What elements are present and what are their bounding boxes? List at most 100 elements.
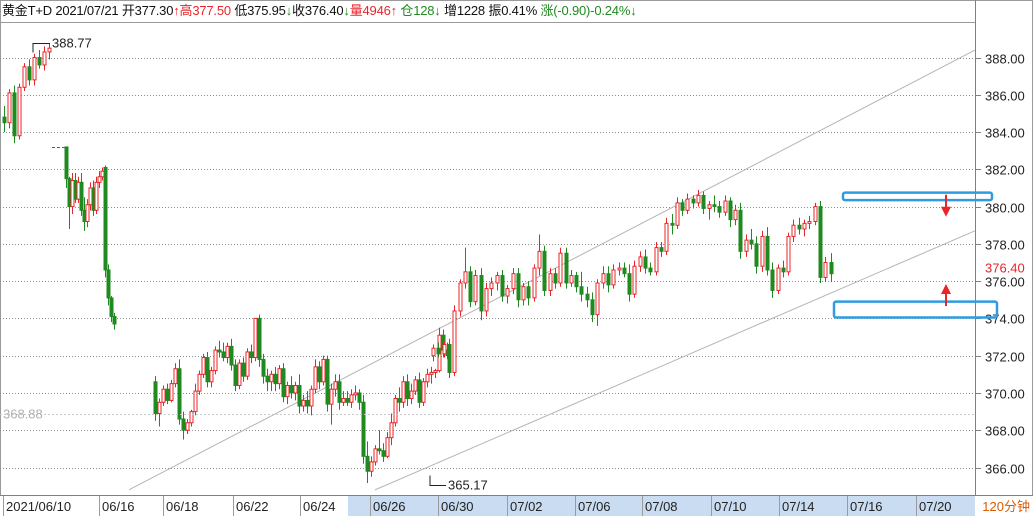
candle-48[interactable] — [233, 359, 238, 392]
candle-81[interactable] — [365, 441, 370, 483]
candle-45[interactable] — [221, 342, 226, 362]
candle-36[interactable] — [185, 419, 190, 434]
candle-107[interactable] — [458, 279, 463, 317]
candle-83[interactable] — [373, 445, 378, 466]
candle-6[interactable] — [27, 59, 32, 86]
candle-166[interactable] — [770, 262, 775, 298]
candle-106[interactable] — [452, 305, 457, 377]
candle-4[interactable] — [17, 83, 22, 140]
candle-155[interactable] — [712, 195, 717, 213]
candle-66[interactable] — [305, 391, 310, 414]
candle-65[interactable] — [301, 394, 306, 412]
candle-56[interactable] — [265, 368, 270, 392]
candle-130[interactable] — [579, 271, 584, 302]
candle-31[interactable] — [165, 383, 170, 405]
candle-10[interactable] — [47, 43, 52, 60]
candle-38[interactable] — [193, 383, 198, 416]
candle-161[interactable] — [744, 234, 749, 257]
candlestick-chart[interactable]: 366.00 368.00 370.00 372.00 374.00 376.00 378.… — [0, 0, 1033, 517]
candle-92[interactable] — [409, 383, 414, 405]
candle-133[interactable] — [595, 279, 600, 326]
candle-102[interactable] — [431, 344, 436, 362]
candle-35[interactable] — [181, 411, 186, 440]
candle-121[interactable] — [532, 264, 537, 302]
candle-78[interactable] — [353, 385, 358, 401]
candle-143[interactable] — [648, 262, 653, 276]
candle-86[interactable] — [385, 432, 390, 459]
candle-152[interactable] — [696, 189, 701, 207]
candle-69[interactable] — [317, 361, 322, 390]
candle-2[interactable] — [7, 89, 12, 129]
candle-97[interactable] — [429, 366, 434, 384]
candle-141[interactable] — [638, 251, 643, 272]
candle-46[interactable] — [225, 342, 230, 364]
candle-7[interactable] — [32, 53, 37, 86]
candle-95[interactable] — [421, 378, 426, 406]
candle-156[interactable] — [717, 201, 722, 218]
candle-139[interactable] — [627, 264, 632, 302]
candle-37[interactable] — [189, 409, 194, 427]
candle-118[interactable] — [516, 268, 521, 308]
candle-154[interactable] — [707, 201, 712, 220]
candle-91[interactable] — [405, 374, 410, 406]
candle-52[interactable] — [249, 344, 254, 364]
candle-33[interactable] — [173, 363, 178, 388]
candle-85[interactable] — [381, 443, 386, 462]
candle-59[interactable] — [277, 365, 282, 390]
candle-96[interactable] — [425, 368, 430, 388]
candle-67[interactable] — [309, 385, 314, 416]
candle-123[interactable] — [542, 245, 547, 297]
candle-111[interactable] — [479, 268, 484, 321]
candle-164[interactable] — [760, 230, 765, 272]
candle-105[interactable] — [447, 338, 452, 379]
candle-147[interactable] — [670, 214, 675, 235]
candle-110[interactable] — [473, 269, 478, 306]
candle-171[interactable] — [797, 217, 802, 235]
candle-153[interactable] — [701, 191, 706, 215]
candle-134[interactable] — [601, 266, 606, 289]
candle-113[interactable] — [489, 277, 494, 297]
candle-51[interactable] — [245, 348, 250, 380]
candle-88[interactable] — [393, 394, 398, 427]
candle-68[interactable] — [313, 359, 318, 393]
candle-16[interactable] — [79, 173, 84, 216]
candle-175[interactable] — [818, 201, 823, 283]
candle-41[interactable] — [205, 351, 210, 388]
candle-124[interactable] — [548, 268, 553, 297]
candle-62[interactable] — [289, 376, 294, 399]
candle-47[interactable] — [229, 338, 234, 371]
candle-126[interactable] — [558, 247, 563, 287]
candle-146[interactable] — [664, 217, 669, 256]
candle-61[interactable] — [285, 381, 290, 405]
candle-50[interactable] — [241, 357, 246, 382]
candle-129[interactable] — [574, 271, 579, 293]
candle-116[interactable] — [505, 284, 510, 304]
candle-32[interactable] — [169, 379, 174, 403]
candle-112[interactable] — [484, 283, 489, 317]
candle-108[interactable] — [463, 247, 468, 289]
candle-127[interactable] — [564, 247, 569, 289]
candle-42[interactable] — [209, 366, 214, 388]
candle-157[interactable] — [723, 195, 728, 216]
candle-176[interactable] — [823, 256, 828, 283]
candle-30[interactable] — [161, 385, 166, 407]
candle-82[interactable] — [369, 456, 374, 477]
candle-63[interactable] — [293, 381, 298, 401]
candle-120[interactable] — [526, 281, 531, 306]
candle-93[interactable] — [413, 376, 418, 395]
candle-54[interactable] — [257, 314, 262, 367]
candle-39[interactable] — [197, 370, 202, 395]
candle-98[interactable] — [433, 368, 438, 379]
candle-24[interactable] — [103, 165, 108, 278]
candle-80[interactable] — [361, 394, 366, 464]
candle-70[interactable] — [321, 355, 326, 386]
candle-163[interactable] — [754, 236, 759, 274]
candle-72[interactable] — [329, 383, 334, 425]
candle-142[interactable] — [643, 249, 648, 274]
candle-170[interactable] — [791, 219, 796, 242]
candle-109[interactable] — [468, 266, 473, 308]
candle-8[interactable] — [37, 50, 42, 69]
candle-49[interactable] — [237, 359, 242, 390]
candle-1[interactable] — [2, 105, 7, 133]
candle-148[interactable] — [675, 197, 680, 229]
